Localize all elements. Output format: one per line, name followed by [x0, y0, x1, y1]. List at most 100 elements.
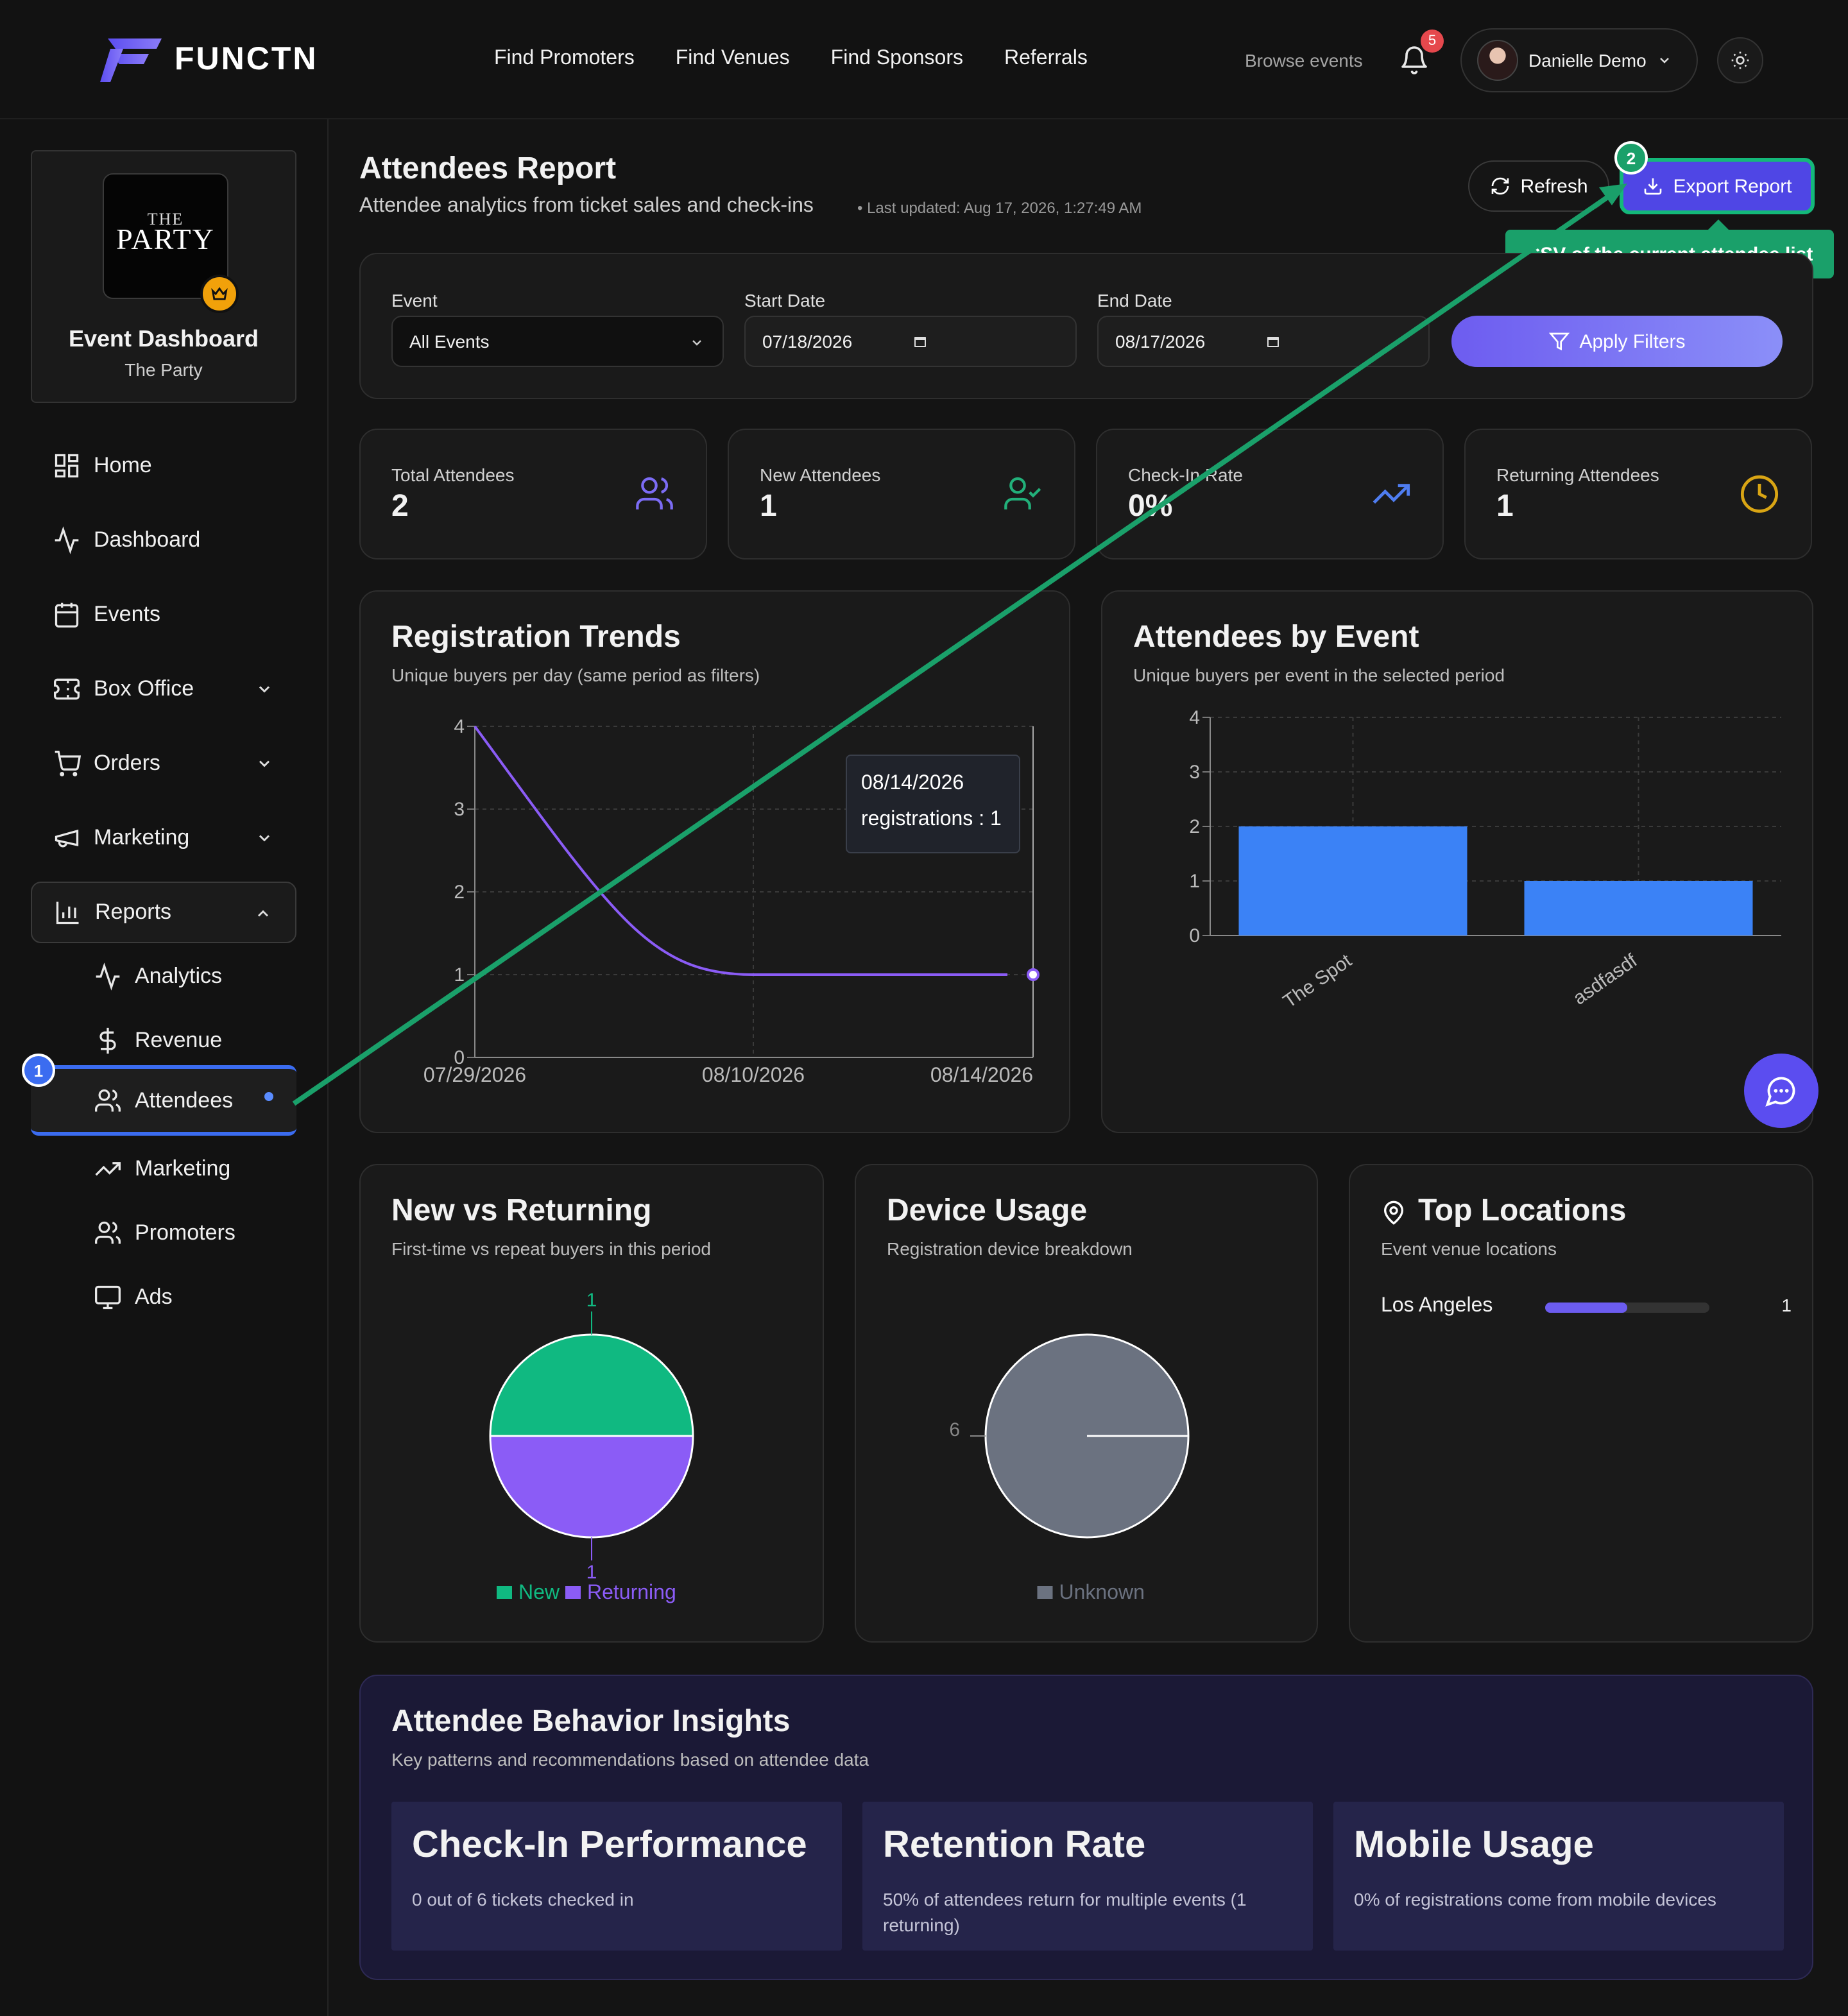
refresh-label: Refresh: [1520, 175, 1588, 197]
chevron-down-icon: [1659, 58, 1669, 64]
nav-find-sponsors[interactable]: Find Sponsors: [831, 47, 963, 71]
pie-slice: [489, 1435, 694, 1539]
sidebar-item-label: Reports: [95, 900, 172, 924]
stat-value: 1: [760, 489, 777, 524]
sidebar-item-reports[interactable]: Reports: [31, 882, 296, 943]
x-tick-label: 08/14/2026: [930, 1063, 1033, 1086]
cart-icon: [55, 751, 81, 776]
last-updated: • Last updated: Aug 17, 2026, 1:27:49 AM: [857, 199, 1142, 217]
org-logo-text-big: PARTY: [116, 223, 215, 255]
sidebar-subitem-ads[interactable]: Ads: [31, 1268, 296, 1327]
y-tick-label: 1: [1189, 871, 1200, 892]
sidebar-subitem-promoters[interactable]: Promoters: [31, 1204, 296, 1263]
insight-retention-rate: Retention Rate 50% of attendees return f…: [862, 1802, 1313, 1951]
end-date-input[interactable]: 08/17/2026: [1097, 316, 1430, 367]
sidebar-subitem-label: Promoters: [135, 1220, 235, 1245]
sidebar-subitem-revenue[interactable]: Revenue: [31, 1011, 296, 1070]
sidebar-item-orders[interactable]: Orders: [31, 733, 296, 794]
stat-value: 2: [391, 489, 409, 524]
legend-swatch: [497, 1586, 512, 1599]
event-select[interactable]: All Events: [391, 316, 724, 367]
sidebar-item-label: Marketing: [94, 825, 190, 850]
value-label: 1: [586, 1290, 597, 1311]
insight-title: Retention Rate: [883, 1825, 1146, 1866]
download-icon: [1644, 178, 1661, 195]
nav-find-venues[interactable]: Find Venues: [676, 47, 790, 71]
chat-button[interactable]: [1744, 1054, 1818, 1128]
nav-referrals[interactable]: Referrals: [1004, 47, 1088, 71]
bar: [1238, 826, 1467, 935]
y-tick-label: 0: [1189, 925, 1200, 946]
page-subtitle: Attendee analytics from ticket sales and…: [359, 195, 814, 217]
end-date-value: 08/17/2026: [1115, 331, 1206, 352]
location-count: 1: [1781, 1295, 1792, 1315]
location-name: Los Angeles: [1381, 1295, 1493, 1317]
trending-up-icon: [95, 1162, 121, 1176]
refresh-icon: [1491, 177, 1509, 195]
start-date-label: Start Date: [744, 290, 826, 311]
sidebar-item-box-office[interactable]: Box Office: [31, 658, 296, 720]
stat-value: 1: [1496, 489, 1514, 524]
user-check-icon: [1004, 477, 1041, 509]
insight-checkin-performance: Check-In Performance 0 out of 6 tickets …: [391, 1802, 842, 1951]
sidebar-subitem-marketing[interactable]: Marketing: [31, 1140, 296, 1199]
sidebar-subitem-label: Ads: [135, 1285, 173, 1309]
user-menu[interactable]: Danielle Demo: [1460, 28, 1698, 92]
sidebar-item-marketing[interactable]: Marketing: [31, 807, 296, 869]
sidebar-item-home[interactable]: Home: [31, 435, 296, 497]
org-title: Event Dashboard: [68, 326, 259, 352]
top-navbar: FUNCTN Find Promoters Find Venues Find S…: [0, 0, 1848, 119]
active-indicator-dot: [264, 1092, 273, 1101]
brand-logo[interactable]: FUNCTN: [100, 36, 318, 82]
filters-card: Event All Events Start Date 07/18/2026 E…: [359, 253, 1813, 399]
map-pin-icon: [1383, 1200, 1404, 1225]
calendar-icon[interactable]: [1265, 334, 1281, 349]
x-tick-label: The Spot: [1279, 950, 1356, 1012]
calendar-icon[interactable]: [912, 334, 928, 349]
step-badge-2: 2: [1614, 141, 1648, 175]
browse-events-link[interactable]: Browse events: [1245, 50, 1363, 71]
sidebar-subitem-analytics[interactable]: Analytics: [31, 947, 296, 1006]
y-tick-label: 4: [1189, 707, 1200, 728]
stat-label: Check-In Rate: [1128, 465, 1243, 485]
stat-checkin-rate: Check-In Rate 0%: [1096, 429, 1444, 560]
main-nav: Find Promoters Find Venues Find Sponsors…: [494, 47, 1088, 71]
y-tick-label: 2: [1189, 816, 1200, 837]
new-returning-pie-chart: 11New Returning: [489, 1290, 694, 1603]
nav-find-promoters[interactable]: Find Promoters: [494, 47, 635, 71]
sidebar-subitem-attendees[interactable]: Attendees: [31, 1065, 296, 1136]
org-card[interactable]: THE PARTY Event Dashboard The Party: [31, 150, 296, 403]
legend-label: Unknown: [1059, 1580, 1145, 1603]
ticket-icon: [54, 678, 80, 700]
sidebar-item-dashboard[interactable]: Dashboard: [31, 509, 296, 571]
sidebar-item-events[interactable]: Events: [31, 584, 296, 645]
calendar-icon: [55, 602, 79, 628]
insight-mobile-usage: Mobile Usage 0% of registrations come fr…: [1333, 1802, 1784, 1951]
activity-icon: [55, 526, 79, 554]
attendees-by-event-card: Attendees by Event Unique buyers per eve…: [1101, 590, 1813, 1133]
stat-returning-attendees: Returning Attendees 1: [1464, 429, 1812, 560]
y-tick-label: 4: [454, 716, 465, 737]
trending-up-icon: [1373, 484, 1410, 504]
insight-desc: 50% of attendees return for multiple eve…: [883, 1889, 1247, 1935]
location-row: Los Angeles 1: [1381, 1295, 1792, 1320]
sidebar-subitem-label: Revenue: [135, 1028, 223, 1052]
start-date-input[interactable]: 07/18/2026: [744, 316, 1077, 367]
sidebar-item-label: Orders: [94, 751, 160, 775]
event-filter-label: Event: [391, 290, 438, 311]
event-select-value: All Events: [409, 331, 490, 352]
export-report-button[interactable]: Export Report: [1620, 158, 1815, 214]
sidebar-item-label: Events: [94, 602, 160, 626]
new-vs-returning-card: New vs Returning First-time vs repeat bu…: [359, 1164, 824, 1643]
behavior-insights-card: Attendee Behavior Insights Key patterns …: [359, 1675, 1813, 1980]
megaphone-icon: [55, 829, 79, 848]
registration-line-chart: 0123407/29/2026 08/10/2026 08/14/2026: [424, 716, 1040, 1086]
refresh-button[interactable]: Refresh: [1468, 160, 1609, 212]
users-icon: [95, 1221, 121, 1244]
theme-toggle[interactable]: [1717, 37, 1763, 83]
avatar: [1477, 40, 1518, 81]
legend-swatch: [1037, 1586, 1053, 1599]
start-date-value: 07/18/2026: [762, 331, 853, 352]
device-pie-chart: 6 Unknown: [949, 1333, 1190, 1603]
apply-filters-button[interactable]: Apply Filters: [1451, 316, 1783, 367]
